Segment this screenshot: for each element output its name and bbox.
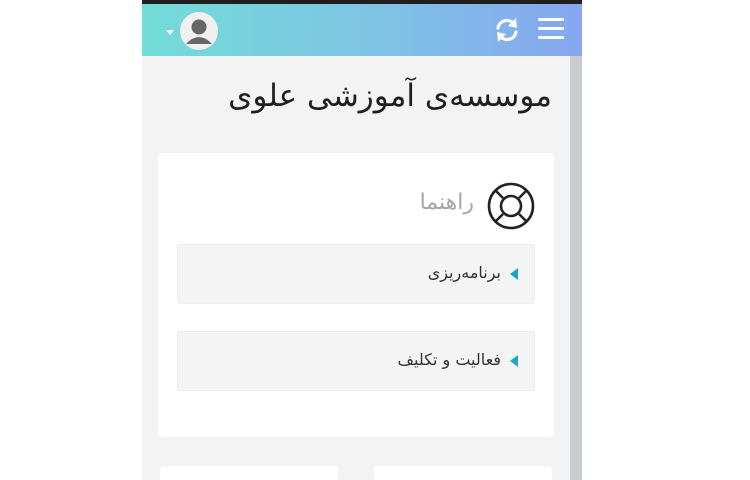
sync-icon[interactable] — [492, 15, 522, 45]
guide-card-title: راهنما — [419, 190, 474, 215]
caret-left-icon — [510, 268, 518, 280]
user-menu[interactable] — [166, 12, 226, 52]
guide-item-planning[interactable]: برنامه‌ریزی — [177, 244, 535, 304]
lifebuoy-icon — [487, 182, 535, 230]
bottom-card-left[interactable] — [160, 466, 338, 480]
guide-card-header: راهنما — [336, 181, 536, 231]
app-screen: موسسه‌ی آموزشی علوی راهنما برنامه‌ریزی — [142, 0, 582, 480]
main-content: موسسه‌ی آموزشی علوی راهنما برنامه‌ریزی — [142, 56, 570, 480]
menu-icon[interactable] — [538, 16, 566, 42]
guide-card: راهنما برنامه‌ریزی فعالیت و تکلیف — [158, 153, 554, 437]
caret-left-icon — [510, 355, 518, 367]
guide-item-activity[interactable]: فعالیت و تکلیف — [177, 331, 535, 391]
page-title: موسسه‌ی آموزشی علوی — [228, 78, 552, 114]
caret-down-icon — [166, 30, 174, 35]
user-avatar-icon — [180, 12, 218, 50]
top-app-bar — [142, 4, 582, 56]
scrollbar[interactable] — [570, 56, 582, 480]
guide-item-label: برنامه‌ریزی — [427, 263, 501, 282]
guide-item-label: فعالیت و تکلیف — [397, 350, 501, 369]
bottom-card-right[interactable] — [374, 466, 552, 480]
